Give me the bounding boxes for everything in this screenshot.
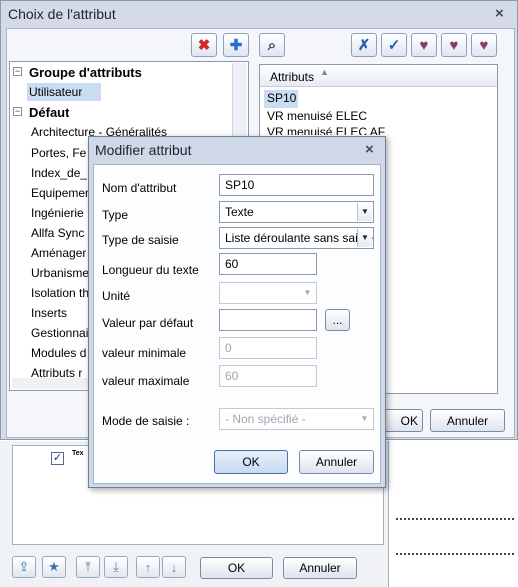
lower-ok-button[interactable]: OK	[200, 557, 273, 579]
tree-item[interactable]: Urbanisme	[31, 266, 89, 280]
attribute-item[interactable]: VR menuisé ELEC AF	[267, 125, 385, 135]
collapse-icon[interactable]: −	[13, 107, 22, 116]
chevron-down-icon[interactable]: ▼	[357, 229, 372, 247]
move-up-icon: ↑	[144, 559, 152, 575]
text-length-input[interactable]: 60	[219, 253, 317, 275]
tree-item[interactable]: Allfa Sync	[31, 226, 84, 240]
browse-button[interactable]: ...	[325, 309, 350, 331]
move-top-icon: ⤒	[85, 559, 91, 574]
tree-group-defaut[interactable]: Défaut	[29, 105, 69, 120]
row-label: Tex	[72, 450, 84, 457]
search-button[interactable]: ⌕	[259, 33, 285, 57]
move-bottom-icon: ⤓	[113, 559, 119, 574]
uncheck-all-button[interactable]: ✗	[351, 33, 377, 57]
move-up-button[interactable]: ↑	[136, 556, 160, 578]
tree-item[interactable]: Modules d	[31, 346, 86, 360]
text-length-label: Longueur du texte	[102, 263, 199, 277]
attribute-item[interactable]: VR menuisé ELEC	[267, 109, 367, 123]
default-value-input[interactable]	[219, 309, 317, 331]
dialog-title: Modifier attribut	[95, 142, 192, 158]
search-icon: ⌕	[267, 36, 277, 54]
cancel-button[interactable]: Annuler	[299, 450, 374, 474]
move-down-button[interactable]: ↓	[162, 556, 186, 578]
close-icon[interactable]: ×	[495, 5, 504, 22]
tree-item[interactable]: Portes, Fe	[31, 146, 86, 160]
move-top-button[interactable]: ⤒	[76, 556, 100, 578]
favorite-remove-button[interactable]: ♥	[471, 33, 497, 57]
tree-item[interactable]: Aménager	[31, 246, 86, 260]
favorite-add-icon: ♥	[419, 36, 429, 54]
outer-cancel-label: Annuler	[446, 413, 489, 428]
outer-cancel-button[interactable]: Annuler	[430, 409, 505, 432]
delete-icon: ✖	[197, 37, 211, 54]
type-select-value: Texte	[225, 205, 254, 219]
dotted-line	[396, 553, 514, 555]
favorite-star-icon: ★	[48, 559, 60, 574]
max-value-label: valeur maximale	[102, 374, 190, 388]
ok-button[interactable]: OK	[214, 450, 288, 474]
collapse-icon[interactable]: −	[13, 67, 22, 76]
favorite-add-button[interactable]: ♥	[411, 33, 437, 57]
chevron-down-icon[interactable]: ▼	[357, 410, 372, 428]
cancel-button-label: Annuler	[315, 455, 358, 469]
lower-cancel-button[interactable]: Annuler	[283, 557, 357, 579]
move-bottom-button[interactable]: ⤓	[104, 556, 128, 578]
default-value-label: Valeur par défaut	[102, 316, 194, 330]
move-down-icon: ↓	[170, 559, 178, 575]
favorite-remove-icon: ♥	[479, 36, 489, 54]
chevron-down-icon[interactable]: ▼	[357, 203, 372, 221]
chevron-down-icon[interactable]: ▼	[300, 284, 315, 302]
uncheck-all-icon: ✗	[357, 37, 371, 54]
background-preview-panel	[388, 441, 518, 587]
favorite-star-button[interactable]: ★	[42, 556, 66, 578]
input-mode-label: Mode de saisie :	[102, 414, 190, 428]
add-button[interactable]: ✚	[223, 33, 249, 57]
dialog-body: Nom d'attribut SP10 Type Texte ▼ Type de…	[93, 164, 381, 484]
delete-button[interactable]: ✖	[191, 33, 217, 57]
add-icon: ✚	[229, 37, 243, 54]
input-type-label: Type de saisie	[102, 233, 179, 247]
check-all-button[interactable]: ✓	[381, 33, 407, 57]
max-value-input[interactable]: 60	[219, 365, 317, 387]
modify-attribute-dialog: Modifier attribut × Nom d'attribut SP10 …	[88, 136, 386, 488]
input-mode-select-value: - Non spécifié -	[225, 412, 306, 426]
tree-item[interactable]: Equipemen	[31, 186, 92, 200]
attributes-column-header[interactable]: Attributs ▲	[260, 65, 497, 87]
min-value-label: valeur minimale	[102, 346, 187, 360]
tree-item[interactable]: Gestionnai	[31, 326, 88, 340]
import-icon: ⇪	[18, 559, 30, 574]
sort-ascending-icon: ▲	[320, 67, 329, 77]
tree-item[interactable]: Ingénierie	[31, 206, 84, 220]
ok-button-label: OK	[242, 455, 260, 469]
unit-label: Unité	[102, 289, 131, 303]
check-all-icon: ✓	[387, 37, 401, 54]
close-icon[interactable]: ×	[365, 141, 374, 158]
attributes-header-label: Attributs	[270, 70, 315, 84]
favorite-check-button[interactable]: ♥	[441, 33, 467, 57]
checkbox[interactable]: ✓	[51, 452, 64, 465]
min-value-input[interactable]: 0	[219, 337, 317, 359]
tree-item[interactable]: Index_de_	[31, 166, 87, 180]
type-select[interactable]: Texte ▼	[219, 201, 374, 223]
input-mode-select[interactable]: - Non spécifié - ▼	[219, 408, 374, 430]
unit-select[interactable]: ▼	[219, 282, 317, 304]
lower-cancel-label: Annuler	[299, 561, 341, 575]
import-button[interactable]: ⇪	[12, 556, 36, 578]
type-label: Type	[102, 208, 129, 222]
attribute-name-input[interactable]: SP10	[219, 174, 374, 196]
attribute-item[interactable]: SP10	[267, 91, 296, 105]
tree-item[interactable]: Isolation th	[31, 286, 89, 300]
tree-group-attributes[interactable]: Groupe d'attributs	[29, 65, 142, 80]
input-type-select-value: Liste déroulante sans saisie	[225, 231, 374, 245]
tree-item-utilisateur[interactable]: Utilisateur	[29, 85, 82, 99]
input-type-select[interactable]: Liste déroulante sans saisie ▼	[219, 227, 374, 249]
browse-button-label: ...	[332, 313, 343, 327]
name-label: Nom d'attribut	[102, 181, 177, 195]
favorite-check-icon: ♥	[449, 36, 459, 54]
lower-ok-label: OK	[227, 561, 246, 575]
window-title: Choix de l'attribut	[8, 6, 116, 22]
tree-item[interactable]: Inserts	[31, 306, 67, 320]
dotted-line	[396, 518, 514, 520]
outer-ok-label: OK	[400, 413, 418, 428]
